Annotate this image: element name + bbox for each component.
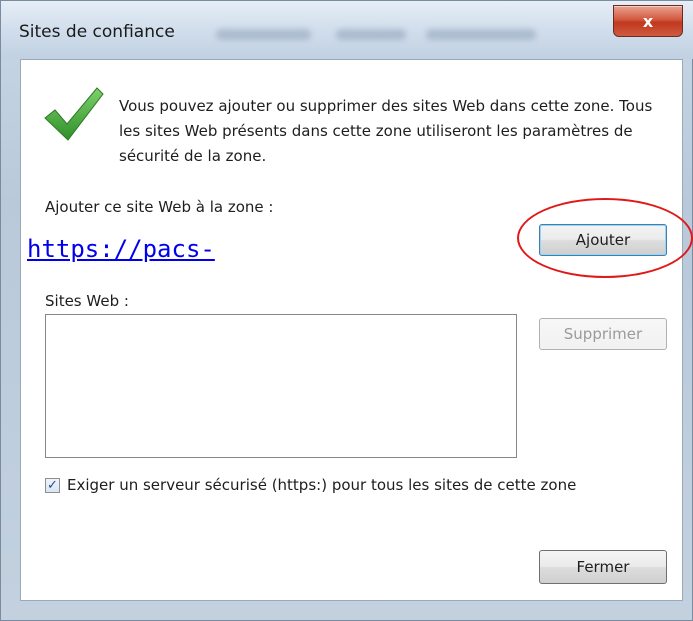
blurred-background-tab [426, 29, 536, 40]
title-bar[interactable]: Sites de confiance x [1, 1, 693, 59]
add-button[interactable]: Ajouter [539, 224, 667, 256]
close-dialog-button[interactable]: Fermer [539, 550, 667, 584]
checkmark-icon [44, 87, 104, 141]
site-url-value: https://pacs- [27, 235, 215, 263]
require-https-option[interactable]: ✓ Exiger un serveur sécurisé (https:) po… [45, 476, 576, 494]
checkmark-small-icon: ✓ [47, 477, 58, 493]
dialog-window: Sites de confiance x Vous pouvez ajouter… [0, 0, 693, 621]
sites-list-label: Sites Web : [45, 292, 129, 310]
require-https-checkbox[interactable]: ✓ [45, 477, 60, 493]
blurred-background-tab [336, 29, 406, 40]
sites-list[interactable] [45, 314, 517, 458]
remove-button[interactable]: Supprimer [539, 318, 667, 350]
dialog-body: Vous pouvez ajouter ou supprimer des sit… [20, 59, 693, 601]
site-url-input[interactable]: https://pacs- [21, 218, 519, 274]
close-button[interactable]: x [613, 5, 683, 37]
close-icon: x [642, 11, 654, 31]
blurred-background-tab [216, 29, 311, 40]
intro-text: Vous pouvez ajouter ou supprimer des sit… [119, 97, 653, 165]
window-title: Sites de confiance [19, 22, 175, 42]
require-https-label: Exiger un serveur sécurisé (https:) pour… [67, 476, 577, 494]
add-site-label: Ajouter ce site Web à la zone : [45, 198, 274, 216]
